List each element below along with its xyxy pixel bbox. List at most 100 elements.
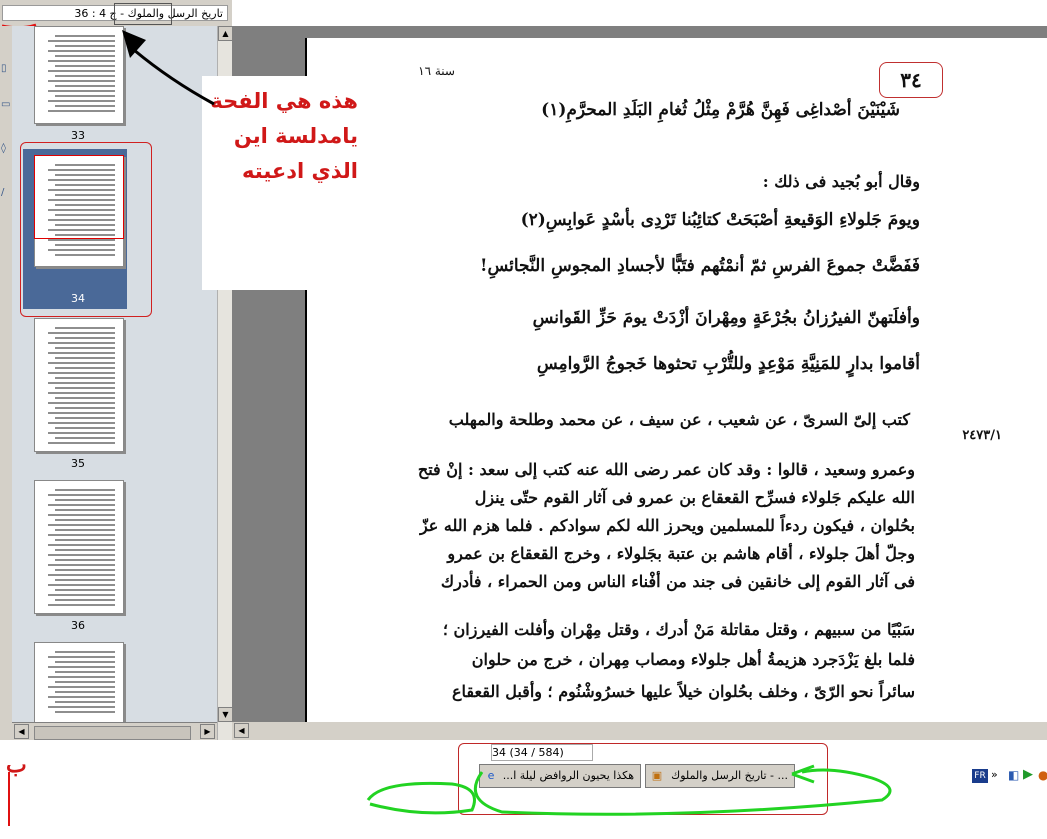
thumbnail-text-line [48, 666, 115, 668]
thumbnail-text-line [55, 599, 115, 601]
thumbnail-text-line [55, 519, 115, 521]
thumbnail-text-line [48, 432, 115, 434]
language-indicator[interactable]: FR [972, 769, 988, 783]
thumbnail-label: 35 [71, 457, 85, 470]
scroll-up-arrow-icon[interactable]: ▲ [218, 26, 233, 41]
thumbnail-text-line [48, 514, 115, 516]
network-icon[interactable]: ◧ [1008, 768, 1022, 782]
text-line: ويومَ جَلولاءِ الوَقيعةِ أصْبَحَتْ كتائِ… [520, 210, 920, 230]
thumbnail-page-36[interactable] [34, 480, 124, 614]
thumbnail-text-line [55, 489, 115, 491]
thumbnail-text-line [48, 442, 115, 444]
thumbnail-text-line [55, 45, 115, 47]
thumbnail-text-line [48, 392, 115, 394]
green-highlight-mark [366, 764, 892, 816]
attach-icon[interactable]: ◊ [1, 142, 11, 156]
thumbnail-text-line [48, 60, 115, 62]
scroll-thumb[interactable] [34, 726, 191, 740]
thumbnail-text-line [48, 534, 115, 536]
bookmark-icon[interactable]: ▭ [1, 98, 11, 112]
thumbnail-text-line [55, 65, 115, 67]
thumbnail-text-line [55, 327, 115, 329]
thumbnail-text-line [55, 367, 115, 369]
thumbnail-text-line [48, 332, 115, 334]
text-line: فلما بلغ يَزْدَجرد هزيمةُ أهل جلولاء ومص… [471, 650, 915, 669]
annotation-arrow [122, 30, 215, 106]
thumbnail-text-line [55, 671, 115, 673]
thumbnail-text-line [48, 372, 115, 374]
margin-reference: ٢٤٧٣/١ [962, 428, 1002, 443]
thumbnail-text-line [55, 539, 115, 541]
page-number: ٣٤ [879, 62, 943, 98]
thumbnail-horizontal-scrollbar[interactable]: ◀ ▶ [12, 722, 217, 741]
play-icon[interactable]: ▶ [1023, 767, 1037, 782]
thumbnail-text-line [48, 402, 115, 404]
thumbnail-label: 33 [71, 129, 85, 142]
thumbnail-text-line [55, 357, 115, 359]
thumbnail-text-line [55, 559, 115, 561]
thumbnail-red-outline [20, 142, 152, 317]
thumbnail-text-line [48, 686, 115, 688]
thumbnail-text-line [48, 90, 115, 92]
red-stroke-mark [8, 772, 10, 826]
thumbnail-text-line [48, 676, 115, 678]
scroll-left-arrow-icon[interactable]: ◀ [234, 723, 249, 738]
tray-app-icon[interactable]: ● [1038, 768, 1047, 782]
text-line: وأفلَتهنّ الفيرُزانُ بجُرْعَةٍ ومِهْرانَ… [532, 308, 920, 328]
scroll-down-arrow-icon[interactable]: ▼ [218, 707, 233, 722]
thumbnail-text-line [48, 504, 115, 506]
thumbnail-text-line [55, 701, 115, 703]
thumbnail-text-line [48, 594, 115, 596]
document-horizontal-scrollbar[interactable]: ◀ [232, 722, 1047, 740]
thumbnail-page-35[interactable] [34, 318, 124, 452]
thumbnail-text-line [55, 569, 115, 571]
thumbnail-text-line [48, 554, 115, 556]
thumbnail-label: 36 [71, 619, 85, 632]
thumbnail-text-line [48, 382, 115, 384]
text-line: سَبْيًا من سبيهم ، وقتل مقاتلة مَنْ أدرك… [442, 620, 915, 639]
thumbnail-text-line [55, 75, 115, 77]
pages-icon[interactable]: ▯ [1, 62, 11, 76]
thumbnail-text-line [55, 549, 115, 551]
thumbnail-text-line [55, 55, 115, 57]
thumbnail-text-line [55, 377, 115, 379]
text-line: وعمرو وسعيد ، قالوا : وقد كان عمر رضى ال… [417, 460, 915, 479]
thumbnail-text-line [55, 691, 115, 693]
thumbnail-text-line [48, 696, 115, 698]
pen-icon[interactable]: / [1, 186, 11, 200]
thumbnail-text-line [55, 387, 115, 389]
thumbnail-text-line [48, 50, 115, 52]
scroll-right-arrow-icon[interactable]: ▶ [200, 724, 215, 739]
thumbnail-text-line [55, 661, 115, 663]
thumbnail-text-line [55, 579, 115, 581]
thumbnail-text-line [55, 105, 115, 107]
text-line: فى آثار القوم إلى خانقين فى جند من أفْنا… [440, 572, 915, 591]
thumbnail-text-line [55, 529, 115, 531]
thumbnail-text-line [55, 85, 115, 87]
thumbnail-text-line [48, 100, 115, 102]
text-line: وجلّ أهلَ جلولاء ، أقام هاشم بن عتبة بجَ… [447, 544, 915, 563]
thumbnail-text-line [48, 524, 115, 526]
thumbnail-text-line [55, 427, 115, 429]
thumbnail-text-line [48, 412, 115, 414]
thumbnail-text-line [48, 70, 115, 72]
thumbnail-text-line [48, 80, 115, 82]
thumbnail-text-line [48, 574, 115, 576]
scroll-left-arrow-icon[interactable]: ◀ [14, 724, 29, 739]
thumbnail-text-line [55, 499, 115, 501]
thumbnail-page-next[interactable] [34, 642, 124, 724]
tray-expand-icon[interactable]: » [991, 768, 1007, 781]
thumbnail-text-line [48, 342, 115, 344]
text-line: أقاموا بدارٍ للمَنِيَّةِ مَوْعِدٍ وللتُّ… [536, 354, 920, 374]
thumbnail-text-line [55, 397, 115, 399]
thumbnail-text-line [48, 564, 115, 566]
thumbnail-text-line [55, 417, 115, 419]
thumbnail-text-line [48, 362, 115, 364]
thumbnail-text-line [48, 604, 115, 606]
thumbnail-text-line [55, 589, 115, 591]
thumbnail-text-line [48, 706, 115, 708]
page-header-year: سنة ١٦ [418, 64, 455, 78]
thumbnail-text-line [48, 110, 115, 112]
text-line: سائراً نحو الرّىّ ، وخلف بحُلوان خيلاً ع… [452, 682, 915, 701]
text-line: بحُلوان ، فيكون ردءاً للمسلمين ويحرز الل… [419, 516, 915, 535]
